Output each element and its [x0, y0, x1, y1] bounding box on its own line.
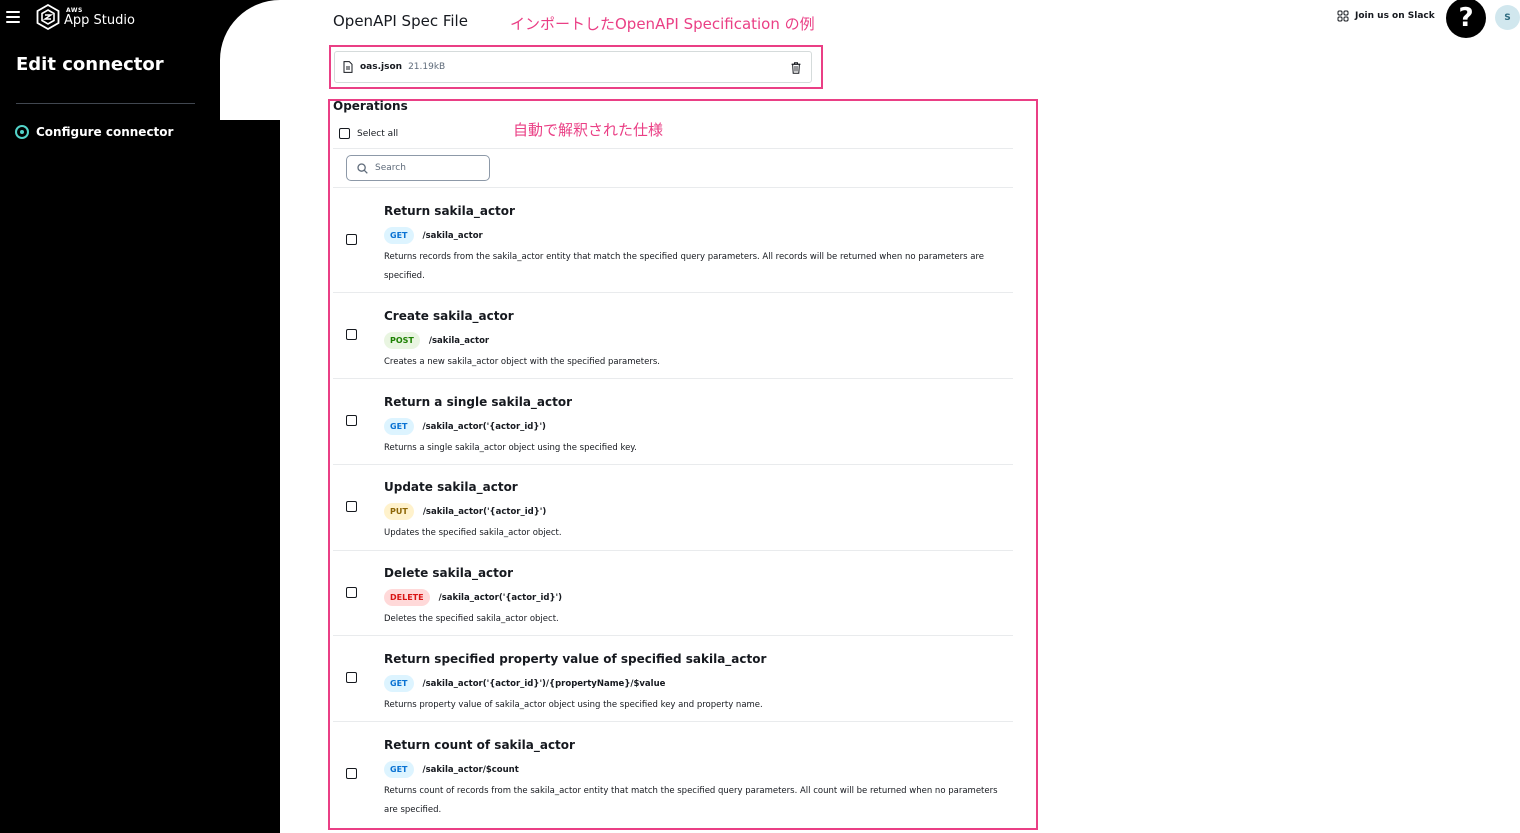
file-icon	[343, 61, 353, 73]
brand-name: App Studio	[64, 13, 135, 28]
sidebar-divider	[16, 103, 195, 104]
page-heading: Edit connector	[16, 54, 164, 75]
method-badge: GET	[384, 418, 414, 435]
join-slack-label: Join us on Slack	[1355, 11, 1435, 21]
operation-description: Updates the specified sakila_actor objec…	[384, 528, 562, 538]
method-badge: GET	[384, 761, 414, 778]
divider	[333, 635, 1013, 636]
search-field[interactable]	[346, 155, 490, 181]
operation-path: /sakila_actor('{actor_id}')	[438, 592, 563, 603]
operation-row: Update sakila_actor PUT /sakila_actor('{…	[333, 480, 1013, 550]
operation-path: /sakila_actor('{actor_id}')	[422, 506, 547, 517]
select-all[interactable]: Select all	[339, 128, 398, 139]
operation-checkbox[interactable]	[346, 768, 357, 779]
operation-title: Return sakila_actor	[384, 204, 515, 218]
operation-checkbox[interactable]	[346, 587, 357, 598]
operation-description: Returns a single sakila_actor object usi…	[384, 443, 637, 453]
help-button[interactable]: ?	[1446, 0, 1486, 38]
file-size: 21.19kB	[408, 62, 446, 72]
operation-title: Delete sakila_actor	[384, 566, 514, 580]
divider	[333, 464, 1013, 465]
select-all-label: Select all	[357, 128, 399, 139]
divider	[333, 187, 1013, 188]
divider	[333, 378, 1013, 379]
operation-title: Return a single sakila_actor	[384, 395, 573, 409]
divider	[333, 292, 1013, 293]
operation-path: /sakila_actor/$count	[422, 764, 519, 775]
operation-checkbox[interactable]	[346, 415, 357, 426]
operation-title: Return specified property value of speci…	[384, 652, 767, 666]
spec-file-title: OpenAPI Spec File	[333, 12, 468, 30]
operation-description: Returns property value of sakila_actor o…	[384, 700, 763, 710]
operation-checkbox[interactable]	[346, 329, 357, 340]
nav-step-configure-connector[interactable]: Configure connector	[15, 125, 173, 139]
operation-description: Returns records from the sakila_actor en…	[384, 252, 984, 281]
divider	[333, 721, 1013, 722]
app-studio-logo-icon[interactable]	[36, 4, 60, 30]
divider	[333, 550, 1013, 551]
operation-checkbox[interactable]	[346, 672, 357, 683]
operation-path: /sakila_actor('{actor_id}')	[422, 421, 546, 432]
operation-title: Return count of sakila_actor	[384, 738, 575, 752]
operation-checkbox[interactable]	[346, 234, 357, 245]
operation-description: Returns count of records from the sakila…	[384, 786, 998, 815]
sidebar: AWS App Studio Edit connector Configure …	[0, 0, 240, 833]
operation-row: Return a single sakila_actor GET /sakila…	[333, 395, 1013, 464]
method-badge: GET	[384, 675, 414, 692]
slack-icon	[1337, 10, 1349, 22]
operation-description: Creates a new sakila_actor object with t…	[384, 357, 660, 367]
operation-title: Create sakila_actor	[384, 309, 514, 323]
method-badge: DELETE	[384, 589, 430, 606]
method-badge: GET	[384, 227, 414, 244]
annotation-operations: 自動で解釈された仕様	[513, 121, 664, 139]
user-avatar[interactable]: S	[1495, 5, 1520, 30]
operation-title: Update sakila_actor	[384, 480, 518, 494]
method-badge: POST	[384, 332, 420, 349]
nav-step-label: Configure connector	[36, 125, 174, 139]
divider	[333, 148, 1013, 149]
operation-path: /sakila_actor	[428, 335, 490, 346]
search-icon	[357, 162, 368, 174]
operation-checkbox[interactable]	[346, 501, 357, 512]
operation-path: /sakila_actor	[422, 230, 483, 241]
operations-title: Operations	[333, 99, 408, 113]
join-slack-link[interactable]: Join us on Slack	[1337, 10, 1435, 22]
method-badge: PUT	[384, 503, 414, 520]
annotation-spec-file: インポートしたOpenAPI Specification の例	[510, 15, 815, 33]
operation-row: Return count of sakila_actor GET /sakila…	[333, 738, 1013, 822]
operation-row: Return specified property value of speci…	[333, 652, 1013, 721]
search-input[interactable]	[375, 163, 475, 173]
operation-path: /sakila_actor('{actor_id}')/{propertyNam…	[422, 678, 666, 689]
file-name: oas.json	[360, 62, 403, 72]
uploaded-file-card: oas.json 21.19kB	[334, 51, 812, 83]
operation-row: Delete sakila_actor DELETE /sakila_actor…	[333, 566, 1013, 635]
operation-description: Deletes the specified sakila_actor objec…	[384, 614, 559, 624]
operation-row: Create sakila_actor POST /sakila_actor C…	[333, 309, 1013, 378]
operation-row: Return sakila_actor GET /sakila_actor Re…	[333, 204, 1013, 292]
active-step-indicator-icon	[15, 125, 29, 139]
hamburger-menu-icon[interactable]	[6, 11, 20, 23]
trash-icon[interactable]	[791, 62, 801, 74]
select-all-checkbox[interactable]	[339, 128, 350, 139]
sidebar-curve	[220, 0, 340, 833]
